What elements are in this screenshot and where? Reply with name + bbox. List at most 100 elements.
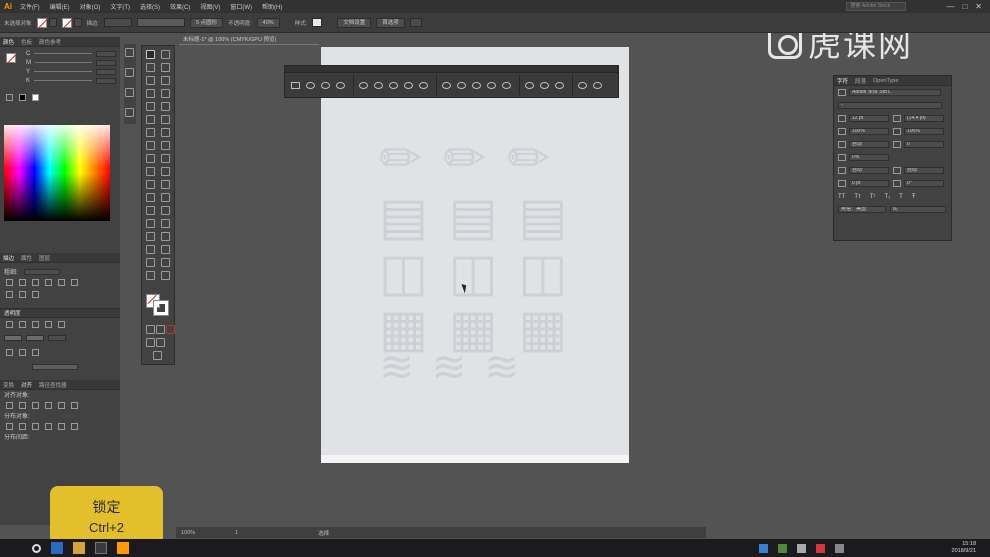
menu-window[interactable]: 窗口(W) <box>230 2 252 11</box>
collapsed-panel-icon-4[interactable] <box>125 108 134 117</box>
arrow-start-icon[interactable] <box>6 348 13 356</box>
screen-mode-icon[interactable] <box>153 351 162 360</box>
paintbrush-tool-icon[interactable] <box>161 102 170 111</box>
mesh-tool-icon[interactable] <box>146 167 155 176</box>
stroke-weight-input[interactable] <box>23 268 60 275</box>
shape-builder-tool-icon[interactable] <box>146 154 155 163</box>
magenta-value[interactable] <box>96 59 116 66</box>
menu-object[interactable]: 对象(O) <box>80 2 101 11</box>
store-icon[interactable] <box>95 542 107 554</box>
baseline-field[interactable]: 0 pt <box>849 180 889 187</box>
column-graph-tool-icon[interactable] <box>161 193 170 202</box>
illustrator-taskbar-icon[interactable] <box>117 542 129 554</box>
all-caps-button[interactable]: TT <box>838 194 845 200</box>
tray-icon-3[interactable] <box>797 543 806 553</box>
font-search-icon[interactable] <box>838 89 846 96</box>
round-join-icon[interactable] <box>58 278 65 286</box>
pencil-tool-icon[interactable] <box>161 258 170 267</box>
miter-join-icon[interactable] <box>45 278 52 286</box>
menu-edit[interactable]: 编辑(E) <box>50 2 70 11</box>
opacity-field[interactable]: 40% <box>256 17 280 28</box>
align-right-icon[interactable] <box>32 401 39 409</box>
square-cap-icon[interactable] <box>32 278 39 286</box>
lasso-tool-icon[interactable] <box>161 63 170 72</box>
dist-top-icon[interactable] <box>6 422 13 430</box>
float-smooth-icon[interactable] <box>389 81 398 89</box>
aki-left-field[interactable]: 自动 <box>849 167 889 174</box>
maximize-button[interactable]: □ <box>962 2 967 11</box>
arrange-icon[interactable] <box>409 18 422 27</box>
kerning-field[interactable]: 自动 <box>849 141 889 148</box>
float-simplify-icon[interactable] <box>593 81 602 89</box>
fill-stroke-swatch[interactable] <box>6 53 16 63</box>
float-pen-delete-icon[interactable] <box>555 81 564 89</box>
align-hcenter-icon[interactable] <box>19 401 26 409</box>
stroke-weight-field[interactable] <box>104 18 133 27</box>
magic-wand-tool-icon[interactable] <box>146 63 155 72</box>
collapsed-panel-icon-1[interactable] <box>125 48 134 57</box>
align-top-icon[interactable] <box>45 401 52 409</box>
pen-tool-icon[interactable] <box>146 76 155 85</box>
draw-normal-icon[interactable] <box>146 338 155 347</box>
yellow-slider[interactable] <box>34 71 92 72</box>
toolbar-stroke-swatch[interactable] <box>153 300 169 316</box>
float-triangle-icon[interactable] <box>321 81 330 89</box>
strikethrough-button[interactable]: Ŧ <box>912 194 916 200</box>
edge-icon[interactable] <box>51 542 63 554</box>
floating-panel-header[interactable] <box>285 66 618 73</box>
float-connect-icon[interactable] <box>472 81 481 89</box>
menu-effect[interactable]: 效果(C) <box>170 2 190 11</box>
scale-tool-icon[interactable] <box>161 128 170 137</box>
blend-icon-1[interactable] <box>6 320 13 328</box>
volume-icon[interactable] <box>835 543 844 553</box>
width-tool-icon[interactable] <box>146 141 155 150</box>
tsume-field[interactable]: 0% <box>849 154 889 161</box>
round-cap-icon[interactable] <box>19 278 26 286</box>
document-tab[interactable]: 未标题-1* @ 100% (CMYK/GPU 预览) <box>179 35 319 45</box>
float-pen-icon[interactable] <box>525 81 534 89</box>
float-anchor-icon[interactable] <box>336 81 345 89</box>
artboard-navigation-field[interactable]: 1 <box>235 530 238 536</box>
selection-tool-icon[interactable] <box>146 50 155 59</box>
float-smooth-path-icon[interactable] <box>578 81 587 89</box>
symbol-sprayer-tool-icon[interactable] <box>146 193 155 202</box>
menu-help[interactable]: 帮助(H) <box>262 2 282 11</box>
float-cut-icon[interactable] <box>457 81 466 89</box>
horizontal-scale-field[interactable]: 100% <box>904 128 944 135</box>
cyan-value[interactable] <box>96 50 116 57</box>
collapsed-panel-icon-2[interactable] <box>125 68 134 77</box>
align-outside-stroke-icon[interactable] <box>32 290 39 298</box>
tab-opentype[interactable]: OpenType <box>873 78 898 84</box>
draw-behind-icon[interactable] <box>156 338 165 347</box>
rectangle-tool-icon[interactable] <box>146 102 155 111</box>
tab-paragraph[interactable]: 段落 <box>855 77 866 85</box>
tab-character[interactable]: 字符 <box>837 77 848 85</box>
dist-left-icon[interactable] <box>45 422 52 430</box>
tray-icon-1[interactable] <box>759 543 768 553</box>
type-tool-icon[interactable] <box>146 89 155 98</box>
tab-layers[interactable]: 图层 <box>39 254 50 262</box>
style-swatch[interactable] <box>312 18 323 27</box>
none-mode-icon[interactable] <box>166 325 175 334</box>
float-remove-icon[interactable] <box>487 81 496 89</box>
float-add-icon[interactable] <box>502 81 511 89</box>
eraser-tool-icon[interactable] <box>161 115 170 124</box>
black-value[interactable] <box>96 77 116 84</box>
menu-type[interactable]: 文字(T) <box>110 2 130 11</box>
tab-transform[interactable]: 变换 <box>3 381 14 389</box>
float-pen-add-icon[interactable] <box>540 81 549 89</box>
aki-right-field[interactable]: 自动 <box>904 167 944 174</box>
cyan-slider[interactable] <box>34 53 92 54</box>
hand-tool-icon[interactable] <box>146 271 155 280</box>
underline-button[interactable]: T <box>899 194 903 200</box>
yellow-value[interactable] <box>96 68 116 75</box>
tab-align[interactable]: 对齐 <box>21 381 32 389</box>
float-corner-icon[interactable] <box>374 81 383 89</box>
float-group-icon[interactable] <box>306 81 315 89</box>
tab-pathfinder[interactable]: 路径查找器 <box>39 381 67 389</box>
align-bottom-icon[interactable] <box>71 401 78 409</box>
gradient-tool-icon[interactable] <box>161 167 170 176</box>
tray-icon-2[interactable] <box>778 543 787 553</box>
subscript-button[interactable]: T₁ <box>884 194 890 200</box>
dash-field-1[interactable] <box>4 335 22 341</box>
